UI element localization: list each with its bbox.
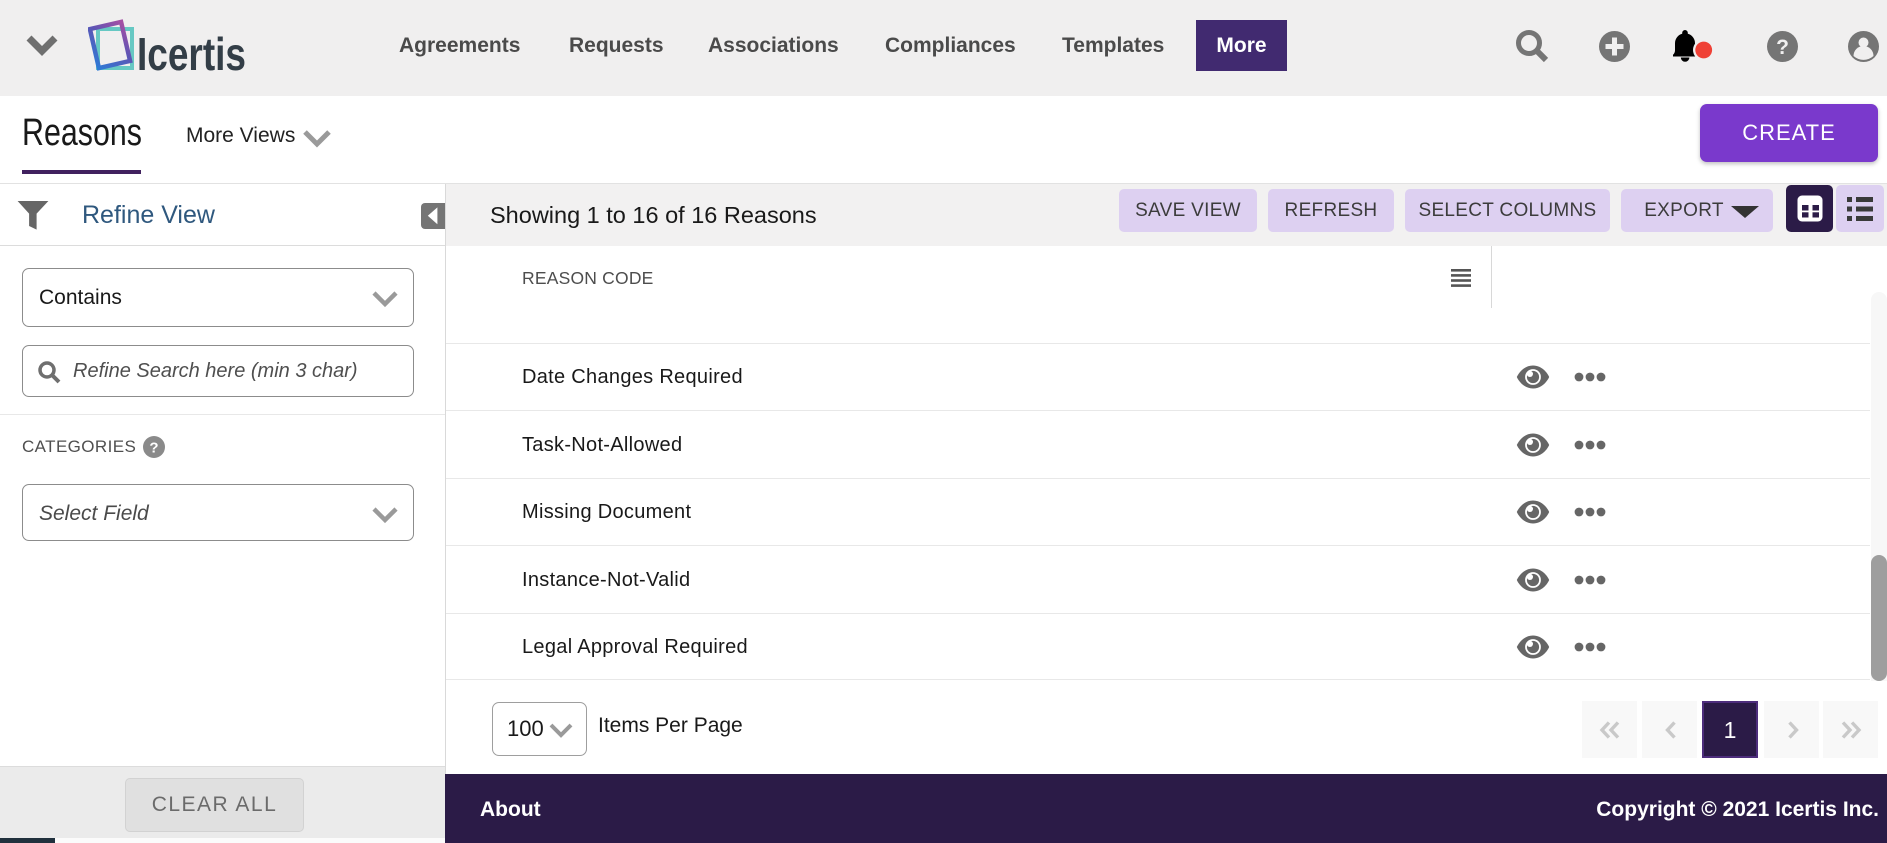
- svg-text:?: ?: [149, 440, 158, 457]
- svg-text:?: ?: [1776, 36, 1789, 59]
- svg-text:Icertis: Icertis: [137, 28, 246, 80]
